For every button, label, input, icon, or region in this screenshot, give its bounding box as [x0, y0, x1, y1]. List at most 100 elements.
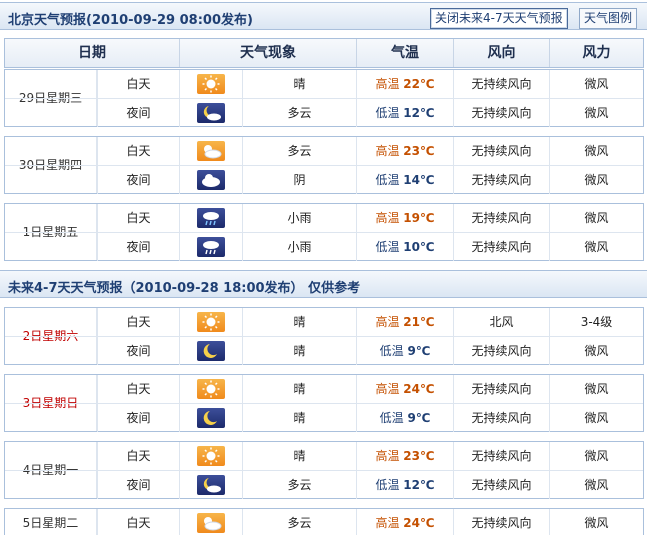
wind-direction: 无持续风向 — [453, 375, 549, 403]
wind-direction: 无持续风向 — [453, 337, 549, 365]
temperature-cell: 高温 24℃ — [356, 375, 453, 403]
low-temp-value: 14℃ — [403, 173, 435, 187]
header-phenomenon: 天气现象 — [179, 39, 356, 67]
wind-direction: 无持续风向 — [453, 404, 549, 432]
partly-cloudy-day-icon — [197, 513, 225, 533]
partly-cloudy-night-icon — [197, 475, 225, 495]
wind-direction: 无持续风向 — [453, 99, 549, 127]
temperature-cell: 低温 10℃ — [356, 233, 453, 261]
period-label: 白天 — [97, 509, 179, 535]
wind-direction: 无持续风向 — [453, 137, 549, 165]
weather-phenomenon: 小雨 — [242, 204, 356, 232]
forecast-day: 2日星期六 白天晴北风 3-4级 高温 21℃ 夜间晴无持续风向 微风 低温 9℃ — [4, 307, 644, 365]
night-row: 夜间 多云 无持续风向 微风 低温 12℃ — [5, 98, 643, 127]
wind-force: 微风 — [549, 375, 643, 403]
night-row: 夜间 晴 无持续风向 微风 低温 9℃ — [5, 403, 643, 432]
weather-icon-cell — [179, 204, 242, 232]
overcast-icon — [197, 170, 225, 190]
wind-force: 微风 — [549, 137, 643, 165]
low-temp-label: 低温 — [375, 478, 400, 492]
period-label: 夜间 — [97, 337, 179, 365]
low-temp-value: 10℃ — [403, 240, 435, 254]
wind-direction: 无持续风向 — [453, 442, 549, 470]
header-wind-direction: 风向 — [453, 39, 549, 67]
low-temp-label: 低温 — [379, 411, 404, 425]
temperature-cell: 低温 12℃ — [356, 471, 453, 499]
high-temp-value: 21℃ — [403, 315, 435, 329]
low-temp-value: 12℃ — [403, 478, 435, 492]
temperature-cell: 高温 23℃ — [356, 442, 453, 470]
sunny-icon — [197, 446, 225, 466]
wind-force: 微风 — [549, 509, 643, 535]
low-temp-label: 低温 — [375, 106, 400, 120]
low-temp-value: 9℃ — [407, 411, 431, 425]
day-row: 白天 小雨 无持续风向 微风 高温 19℃ — [5, 204, 643, 232]
weather-icon-cell — [179, 375, 242, 403]
wind-direction: 无持续风向 — [453, 509, 549, 535]
low-temp-label: 低温 — [375, 240, 400, 254]
wind-direction: 北风 — [453, 308, 549, 336]
period-label: 夜间 — [97, 404, 179, 432]
weather-phenomenon: 阴 — [242, 166, 356, 194]
day-row: 白天 晴 北风 3-4级 高温 21℃ — [5, 308, 643, 336]
weather-phenomenon: 多云 — [242, 471, 356, 499]
wind-force: 微风 — [549, 99, 643, 127]
forecast-title-bar: 北京天气预报(2010-09-29 08:00发布) 关闭未来4-7天天气预报 … — [0, 2, 647, 30]
table-header: 日期 天气现象 气温 风向 风力 — [4, 38, 644, 68]
clear-night-icon — [197, 408, 225, 428]
day-row: 白天 晴 无持续风向 微风 高温 22℃ — [5, 70, 643, 98]
wind-force: 微风 — [549, 166, 643, 194]
weather-icon-cell — [179, 308, 242, 336]
high-temp-label: 高温 — [375, 382, 400, 396]
high-temp-label: 高温 — [375, 144, 400, 158]
wind-force: 微风 — [549, 404, 643, 432]
period-label: 白天 — [97, 442, 179, 470]
high-temp-label: 高温 — [375, 315, 400, 329]
period-label: 夜间 — [97, 471, 179, 499]
night-row: 夜间 阴 无持续风向 微风 低温 14℃ — [5, 165, 643, 194]
night-row: 夜间 多云 无持续风向 微风 低温 12℃ — [5, 470, 643, 499]
forecast-title: 北京天气预报(2010-09-29 08:00发布) — [8, 13, 253, 28]
header-date: 日期 — [78, 45, 106, 61]
forecast-day: 3日星期日 白天晴无持续风向 微风 高温 24℃ 夜间晴无持续风向 微风 低温 9℃ — [4, 374, 644, 432]
weather-phenomenon: 晴 — [242, 375, 356, 403]
forecast-day: 1日星期五 白天 小雨 无持续风向 微风 高温 19℃ 夜间 小雨 无持续风向 微风 低温 10℃ — [4, 203, 644, 261]
period-label: 白天 — [97, 70, 179, 98]
weather-icon-cell — [179, 99, 242, 127]
weather-phenomenon: 晴 — [242, 337, 356, 365]
wind-force: 微风 — [549, 337, 643, 365]
temperature-cell: 低温 9℃ — [356, 404, 453, 432]
temperature-cell: 高温 24℃ — [356, 509, 453, 535]
weather-phenomenon: 小雨 — [242, 233, 356, 261]
temperature-cell: 低温 12℃ — [356, 99, 453, 127]
wind-direction: 无持续风向 — [453, 204, 549, 232]
night-row: 夜间 小雨 无持续风向 微风 低温 10℃ — [5, 232, 643, 261]
clear-night-icon — [197, 341, 225, 361]
weather-legend-button[interactable]: 天气图例 — [579, 8, 638, 29]
high-temp-value: 22℃ — [403, 77, 435, 91]
forecast-day: 30日星期四 白天 多云 无持续风向 微风 高温 23℃ 夜间阴无持续风向 微风 低温 14℃ — [4, 136, 644, 194]
low-temp-label: 低温 — [375, 173, 400, 187]
weather-icon-cell — [179, 471, 242, 499]
weather-icon-cell — [179, 70, 242, 98]
forecast-day: 4日星期一 白天晴无持续风向 微风 高温 23℃ 夜间 多云 无持续风向 微风 低温 12℃ — [4, 441, 644, 499]
forecast-day: 29日星期三 白天晴无持续风向 微风 高温 22℃ 夜间 多云 无持续风向 微风 低温 12℃ — [4, 69, 644, 127]
weather-phenomenon: 多云 — [242, 509, 356, 535]
weather-phenomenon: 晴 — [242, 404, 356, 432]
high-temp-value: 24℃ — [403, 516, 435, 530]
weather-icon-cell — [179, 233, 242, 261]
light-rain-night-icon — [197, 237, 225, 257]
partly-cloudy-night-icon — [197, 103, 225, 123]
night-row: 夜间 晴 无持续风向 微风 低温 9℃ — [5, 336, 643, 365]
high-temp-label: 高温 — [375, 211, 400, 225]
section2-title-bar: 未来4-7天天气预报（2010-09-28 18:00发布） 仅供参考 — [0, 270, 647, 298]
weather-icon-cell — [179, 137, 242, 165]
close-4-7-day-button[interactable]: 关闭未来4-7天天气预报 — [430, 8, 568, 29]
wind-direction: 无持续风向 — [453, 166, 549, 194]
period-label: 白天 — [97, 137, 179, 165]
weather-icon-cell — [179, 166, 242, 194]
wind-force: 微风 — [549, 442, 643, 470]
wind-direction: 无持续风向 — [453, 233, 549, 261]
wind-force: 微风 — [549, 70, 643, 98]
high-temp-label: 高温 — [375, 449, 400, 463]
